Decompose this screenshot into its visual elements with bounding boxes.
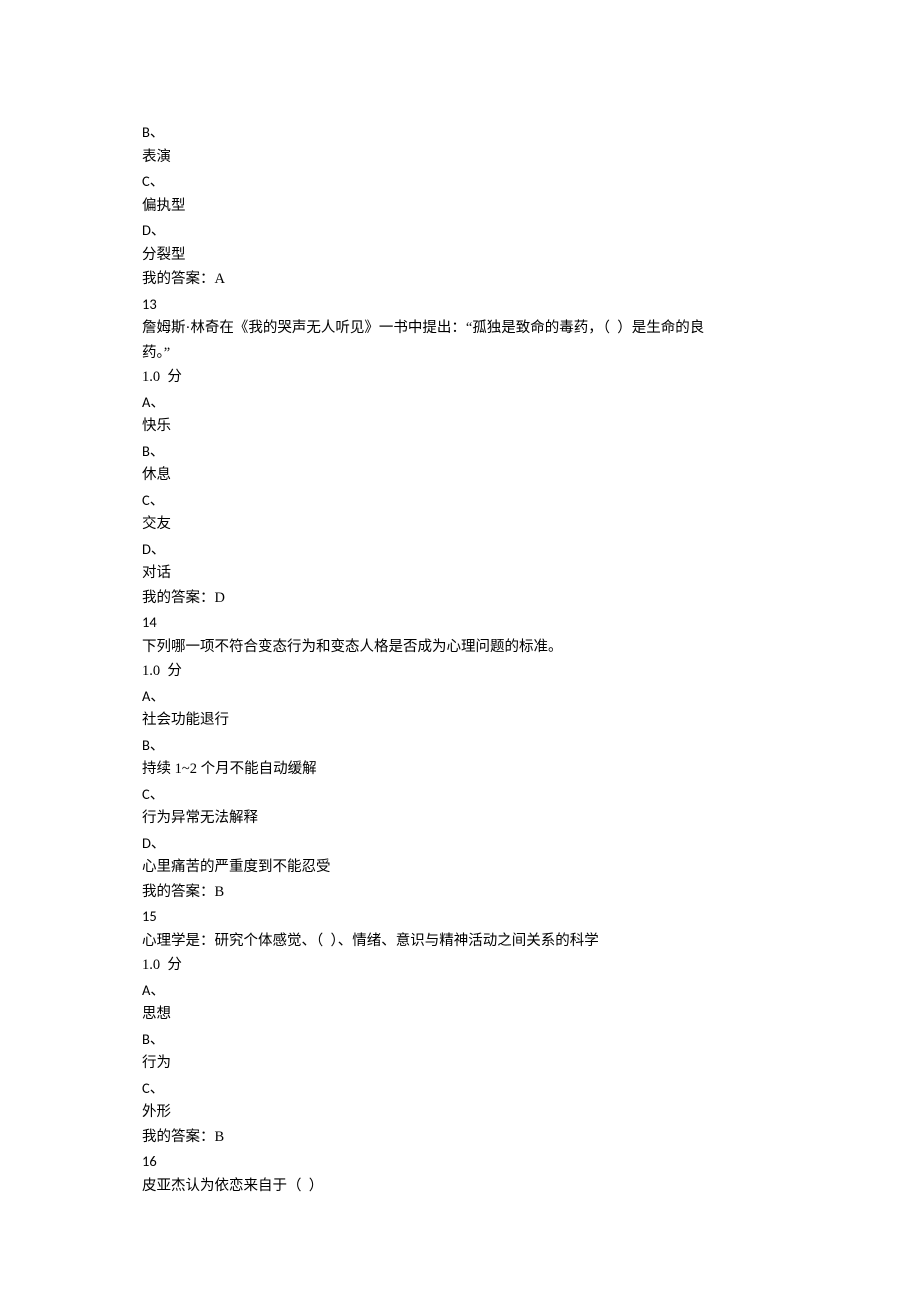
q13-b-label: B、 xyxy=(142,439,778,464)
q13-d-text: 对话 xyxy=(142,561,778,586)
opt-b-label: B、 xyxy=(142,120,778,145)
q13-number: 13 xyxy=(142,292,778,317)
q15-score: 1.0 分 xyxy=(142,953,778,978)
q13-a-text: 快乐 xyxy=(142,414,778,439)
q13-stem-2: 药。” xyxy=(142,341,778,366)
q14-c-label: C、 xyxy=(142,782,778,807)
q15-c-text: 外形 xyxy=(142,1100,778,1125)
q13-b-text: 休息 xyxy=(142,463,778,488)
q13-score: 1.0 分 xyxy=(142,365,778,390)
document-page: B、 表演 C、 偏执型 D、 分裂型 我的答案：A 13 詹姆斯·林奇在《我的… xyxy=(0,0,920,1258)
q14-d-label: D、 xyxy=(142,831,778,856)
q16-number: 16 xyxy=(142,1149,778,1174)
q14-b-label: B、 xyxy=(142,733,778,758)
q15-a-label: A、 xyxy=(142,978,778,1003)
q13-d-label: D、 xyxy=(142,537,778,562)
q15-b-text: 行为 xyxy=(142,1051,778,1076)
q14-d-text: 心里痛苦的严重度到不能忍受 xyxy=(142,855,778,880)
opt-b-text: 表演 xyxy=(142,145,778,170)
q14-a-text: 社会功能退行 xyxy=(142,708,778,733)
my-answer-12: 我的答案：A xyxy=(142,267,778,292)
opt-d-label: D、 xyxy=(142,218,778,243)
q15-number: 15 xyxy=(142,904,778,929)
q15-stem: 心理学是：研究个体感觉、（ ）、情绪、意识与精神活动之间关系的科学 xyxy=(142,929,778,954)
q14-stem: 下列哪一项不符合变态行为和变态人格是否成为心理问题的标准。 xyxy=(142,635,778,660)
q14-score: 1.0 分 xyxy=(142,659,778,684)
q13-stem-1: 詹姆斯·林奇在《我的哭声无人听见》一书中提出：“孤独是致命的毒药，（ ）是生命的… xyxy=(142,316,778,341)
q15-a-text: 思想 xyxy=(142,1002,778,1027)
q14-b-text: 持续 1~2 个月不能自动缓解 xyxy=(142,757,778,782)
my-answer-15: 我的答案：B xyxy=(142,1125,778,1150)
q14-a-label: A、 xyxy=(142,684,778,709)
q16-stem: 皮亚杰认为依恋来自于（ ） xyxy=(142,1174,778,1199)
q13-c-text: 交友 xyxy=(142,512,778,537)
q13-a-label: A、 xyxy=(142,390,778,415)
opt-d-text: 分裂型 xyxy=(142,243,778,268)
q15-b-label: B、 xyxy=(142,1027,778,1052)
my-answer-14: 我的答案：B xyxy=(142,880,778,905)
q14-number: 14 xyxy=(142,610,778,635)
q13-c-label: C、 xyxy=(142,488,778,513)
q15-c-label: C、 xyxy=(142,1076,778,1101)
opt-c-label: C、 xyxy=(142,169,778,194)
opt-c-text: 偏执型 xyxy=(142,194,778,219)
my-answer-13: 我的答案：D xyxy=(142,586,778,611)
q14-c-text: 行为异常无法解释 xyxy=(142,806,778,831)
